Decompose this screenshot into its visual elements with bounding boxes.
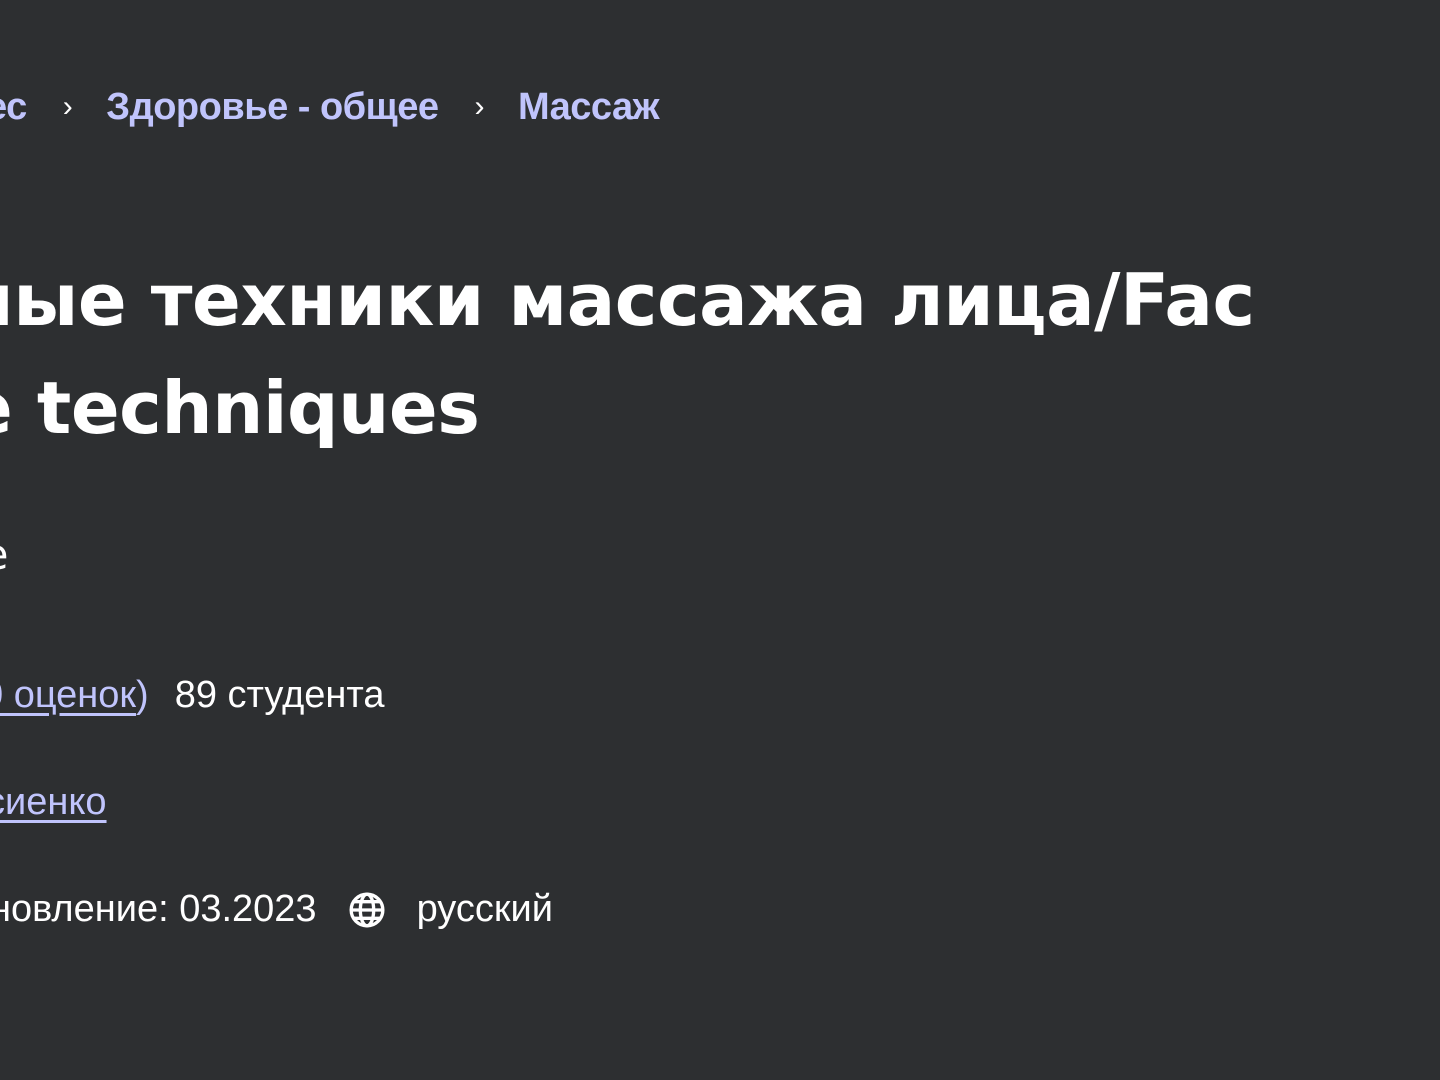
breadcrumb-item-category[interactable]: ес [0, 86, 27, 129]
last-updated: новление: 03.2023 [0, 888, 317, 930]
course-meta: новление: 03.2023 русский [0, 888, 553, 931]
course-title-line-2: e techniques [0, 366, 480, 450]
students-count: 89 студента [174, 674, 385, 716]
course-stats: 0 оценок ) 89 студента [0, 674, 385, 717]
course-subtitle: ge [0, 530, 9, 579]
course-title: ные техники массажа лица/Fac e technique… [0, 246, 1255, 462]
globe-icon [347, 890, 387, 930]
chevron-right-icon: › [62, 89, 73, 123]
breadcrumb: ес › Здоровье - общее › Массаж [0, 86, 660, 129]
ratings-paren-close: ) [136, 674, 149, 716]
author-link[interactable]: сиенко [0, 781, 107, 824]
ratings-count-link[interactable]: 0 оценок [0, 674, 136, 717]
course-title-line-1: ные техники массажа лица/Fac [0, 258, 1255, 342]
course-language: русский [416, 888, 553, 930]
breadcrumb-item-health-general[interactable]: Здоровье - общее [106, 86, 439, 129]
course-header: ес › Здоровье - общее › Массаж ные техни… [0, 0, 1440, 1080]
chevron-right-icon: › [474, 89, 484, 123]
breadcrumb-item-massage[interactable]: Массаж [518, 86, 660, 129]
